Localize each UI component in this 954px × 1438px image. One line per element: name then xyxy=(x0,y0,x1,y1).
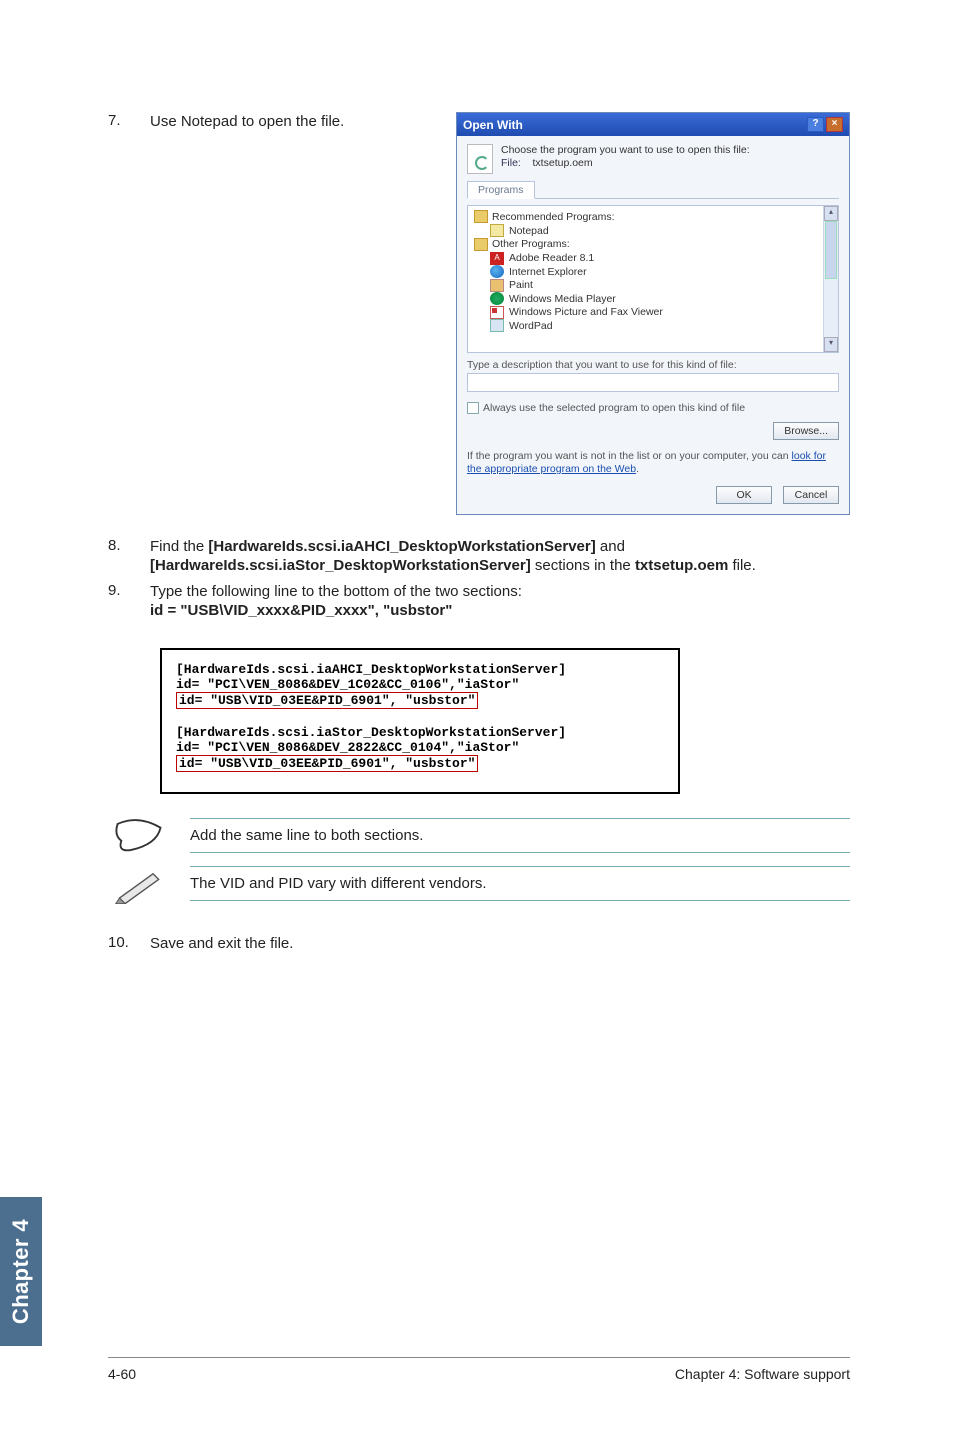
step-9-number: 9. xyxy=(108,582,150,599)
scrollbar[interactable]: ▴ ▾ xyxy=(823,206,838,352)
scroll-thumb[interactable] xyxy=(825,221,837,279)
list-item-notepad[interactable]: Notepad xyxy=(509,225,549,237)
help-icon[interactable]: ? xyxy=(807,117,824,132)
code-line: [HardwareIds.scsi.iaStor_DesktopWorkstat… xyxy=(176,725,664,740)
code-highlight: id= "USB\VID_03EE&PID_6901", "usbstor" xyxy=(176,692,478,709)
step-10-number: 10. xyxy=(108,934,150,951)
always-use-checkbox[interactable] xyxy=(467,402,479,414)
ie-icon xyxy=(490,265,504,278)
paint-icon xyxy=(490,279,504,292)
note-1: Add the same line to both sections. xyxy=(190,818,850,853)
note-2: The VID and PID vary with different vend… xyxy=(190,866,850,901)
file-name: txtsetup.oem xyxy=(533,157,593,169)
adobe-icon: A xyxy=(490,252,504,265)
description-label: Type a description that you want to use … xyxy=(467,359,839,371)
tab-programs[interactable]: Programs xyxy=(467,181,535,199)
code-line: [HardwareIds.scsi.iaAHCI_DesktopWorkstat… xyxy=(176,662,664,677)
picture-fax-icon xyxy=(490,306,504,319)
web-hint: If the program you want is not in the li… xyxy=(467,450,839,476)
wordpad-icon xyxy=(490,319,504,332)
step-10-text: Save and exit the file. xyxy=(150,934,293,953)
description-input[interactable] xyxy=(467,373,839,392)
recommended-header: Recommended Programs: xyxy=(492,211,615,223)
program-list[interactable]: Recommended Programs: Notepad Other Prog… xyxy=(467,205,839,353)
file-label: File: xyxy=(501,157,521,169)
note-icon xyxy=(112,818,168,856)
cancel-button[interactable]: Cancel xyxy=(783,486,839,504)
step-9-text: Type the following line to the bottom of… xyxy=(150,582,522,620)
code-block: [HardwareIds.scsi.iaAHCI_DesktopWorkstat… xyxy=(160,648,680,794)
footer-chapter: Chapter 4: Software support xyxy=(675,1366,850,1382)
ok-button[interactable]: OK xyxy=(716,486,772,504)
step-7-number: 7. xyxy=(108,112,150,129)
notepad-icon xyxy=(490,224,504,237)
step-8-text: Find the [HardwareIds.scsi.iaAHCI_Deskto… xyxy=(150,537,756,575)
scroll-down-icon[interactable]: ▾ xyxy=(824,337,838,352)
dialog-prompt: Choose the program you want to use to op… xyxy=(501,144,750,157)
dialog-title: Open With xyxy=(463,118,523,132)
folder-icon xyxy=(474,210,488,223)
list-item[interactable]: Windows Media Player xyxy=(509,293,616,305)
open-with-dialog: Open With ? × Choose the program you wan… xyxy=(456,112,850,515)
close-icon[interactable]: × xyxy=(826,117,843,132)
file-icon xyxy=(467,144,493,174)
scroll-up-icon[interactable]: ▴ xyxy=(824,206,838,221)
list-item[interactable]: WordPad xyxy=(509,320,553,332)
step-7-text: Use Notepad to open the file. xyxy=(150,112,344,131)
folder-icon xyxy=(474,238,488,251)
wmp-icon xyxy=(490,292,504,305)
code-line: id= "PCI\VEN_8086&DEV_2822&CC_0104","iaS… xyxy=(176,740,664,755)
pencil-icon xyxy=(112,866,168,904)
list-item[interactable]: Internet Explorer xyxy=(509,266,587,278)
browse-button[interactable]: Browse... xyxy=(773,422,839,440)
step-8-number: 8. xyxy=(108,537,150,554)
chapter-tab: Chapter 4 xyxy=(0,1197,42,1346)
list-item[interactable]: Adobe Reader 8.1 xyxy=(509,252,594,264)
other-header: Other Programs: xyxy=(492,238,570,250)
always-use-label: Always use the selected program to open … xyxy=(483,402,745,414)
page-number: 4-60 xyxy=(108,1366,136,1382)
list-item[interactable]: Paint xyxy=(509,279,533,291)
list-item[interactable]: Windows Picture and Fax Viewer xyxy=(509,306,663,318)
code-line: id= "PCI\VEN_8086&DEV_1C02&CC_0106","iaS… xyxy=(176,677,664,692)
code-highlight: id= "USB\VID_03EE&PID_6901", "usbstor" xyxy=(176,755,478,772)
